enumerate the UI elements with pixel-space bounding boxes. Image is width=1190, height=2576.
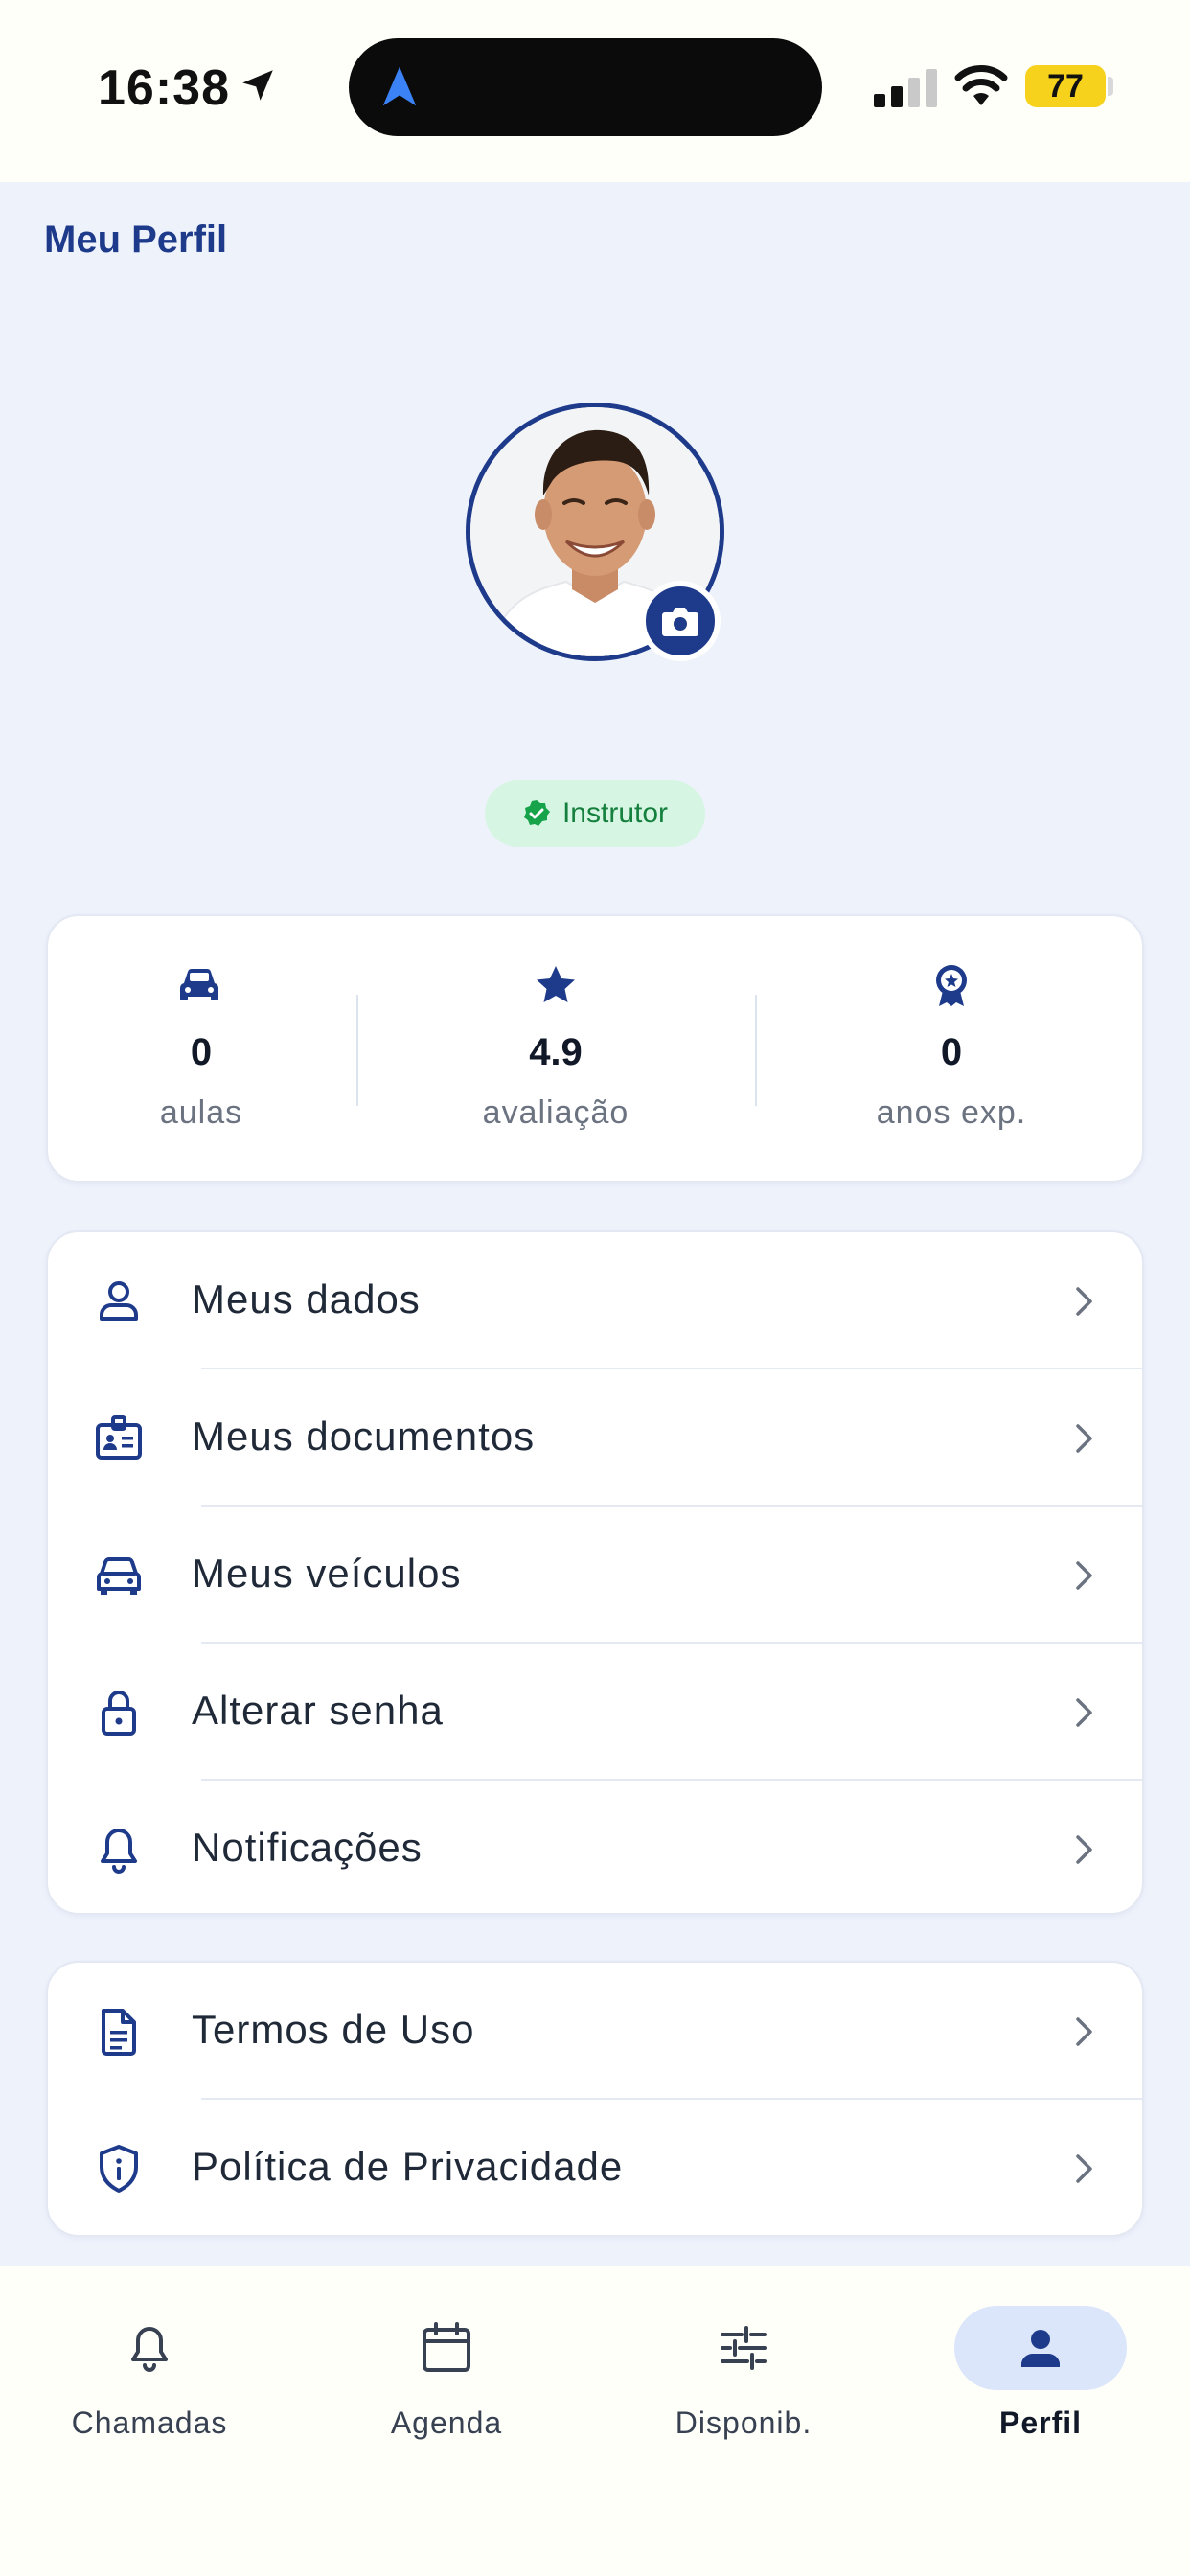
verified-icon bbox=[523, 800, 550, 826]
menu-item-label: Política de Privacidade bbox=[192, 2144, 624, 2189]
menu-item-change-password[interactable]: Alterar senha bbox=[48, 1644, 1146, 1781]
nav-tab-calls[interactable]: Chamadas bbox=[25, 2266, 274, 2476]
menu-item-notifications[interactable]: Notificações bbox=[48, 1781, 1146, 1918]
chevron-right-icon bbox=[1076, 1835, 1092, 1864]
star-icon bbox=[537, 966, 575, 1002]
menu-item-label: Notificações bbox=[192, 1825, 423, 1870]
menu-item-my-data[interactable]: Meus dados bbox=[48, 1232, 1146, 1369]
chevron-right-icon bbox=[1076, 1698, 1092, 1727]
car-icon bbox=[97, 1557, 141, 1595]
stat-rating: 4.9 avaliação bbox=[356, 916, 755, 1184]
person-icon bbox=[1021, 2330, 1060, 2367]
calendar-icon bbox=[423, 2322, 470, 2372]
menu-item-privacy-policy[interactable]: Política de Privacidade bbox=[48, 2100, 1146, 2237]
sliders-icon bbox=[721, 2326, 767, 2370]
stat-experience-value: 0 bbox=[940, 1031, 963, 1073]
bell-icon bbox=[101, 1828, 137, 1874]
legal-menu: Termos de Uso Política de Privacidade bbox=[46, 1961, 1144, 2237]
stat-rating-label: avaliação bbox=[482, 1094, 629, 1131]
menu-item-terms[interactable]: Termos de Uso bbox=[48, 1963, 1146, 2100]
battery-icon: 77 bbox=[1025, 65, 1106, 107]
stat-experience: 0 anos exp. bbox=[757, 916, 1146, 1184]
role-badge-label: Instrutor bbox=[561, 797, 669, 829]
chevron-right-icon bbox=[1076, 1561, 1092, 1590]
wifi-icon bbox=[954, 65, 1008, 105]
location-arrow-icon bbox=[242, 70, 273, 101]
change-photo-button[interactable] bbox=[640, 581, 721, 661]
stat-lessons-value: 0 bbox=[190, 1031, 213, 1073]
award-icon bbox=[936, 965, 967, 1006]
menu-item-my-vehicles[interactable]: Meus veículos bbox=[48, 1506, 1146, 1644]
nav-tab-label: Agenda bbox=[390, 2405, 503, 2440]
menu-item-label: Meus dados bbox=[192, 1276, 421, 1322]
nav-tab-label: Chamadas bbox=[71, 2405, 228, 2440]
role-badge: Instrutor bbox=[485, 780, 705, 847]
chevron-right-icon bbox=[1076, 1424, 1092, 1453]
stats-card: 0 aulas 4.9 avaliação 0 anos exp. bbox=[46, 914, 1144, 1183]
chevron-right-icon bbox=[1076, 2017, 1092, 2046]
nav-tab-profile[interactable]: Perfil bbox=[916, 2266, 1165, 2476]
id-card-icon bbox=[96, 1415, 142, 1460]
nav-tab-availability[interactable]: Disponib. bbox=[619, 2266, 868, 2476]
nav-tab-schedule[interactable]: Agenda bbox=[322, 2266, 571, 2476]
stat-rating-value: 4.9 bbox=[529, 1031, 583, 1073]
menu-item-my-documents[interactable]: Meus documentos bbox=[48, 1369, 1146, 1506]
document-icon bbox=[102, 2009, 136, 2056]
menu-item-label: Alterar senha bbox=[192, 1688, 444, 1733]
navigation-icon bbox=[382, 66, 417, 106]
page-title: Meu Perfil bbox=[44, 218, 228, 261]
status-bar: 16:38 77 Meu Perfil bbox=[0, 0, 1190, 261]
dynamic-island bbox=[349, 38, 822, 136]
bell-icon bbox=[131, 2327, 168, 2372]
user-icon bbox=[100, 1281, 138, 1321]
lock-icon bbox=[102, 1690, 136, 1736]
camera-icon bbox=[662, 608, 698, 636]
car-icon bbox=[179, 968, 219, 1000]
nav-tab-label: Perfil bbox=[998, 2405, 1083, 2440]
menu-item-label: Termos de Uso bbox=[192, 2007, 475, 2052]
signal-icon bbox=[874, 69, 937, 107]
bottom-nav: Chamadas Agenda Disponib. Perfil bbox=[0, 2266, 1190, 2576]
stat-lessons-label: aulas bbox=[159, 1094, 243, 1131]
menu-item-label: Meus documentos bbox=[192, 1414, 536, 1459]
account-menu: Meus dados Meus documentos Meus veículos… bbox=[46, 1230, 1144, 1915]
status-time: 16:38 bbox=[98, 60, 230, 116]
chevron-right-icon bbox=[1076, 2154, 1092, 2183]
battery-cap bbox=[1108, 77, 1113, 96]
stat-lessons: 0 aulas bbox=[48, 916, 355, 1184]
shield-info-icon bbox=[100, 2145, 138, 2193]
menu-item-label: Meus veículos bbox=[192, 1551, 462, 1596]
nav-tab-label: Disponib. bbox=[675, 2405, 812, 2440]
stat-experience-label: anos exp. bbox=[876, 1094, 1027, 1131]
chevron-right-icon bbox=[1076, 1287, 1092, 1316]
